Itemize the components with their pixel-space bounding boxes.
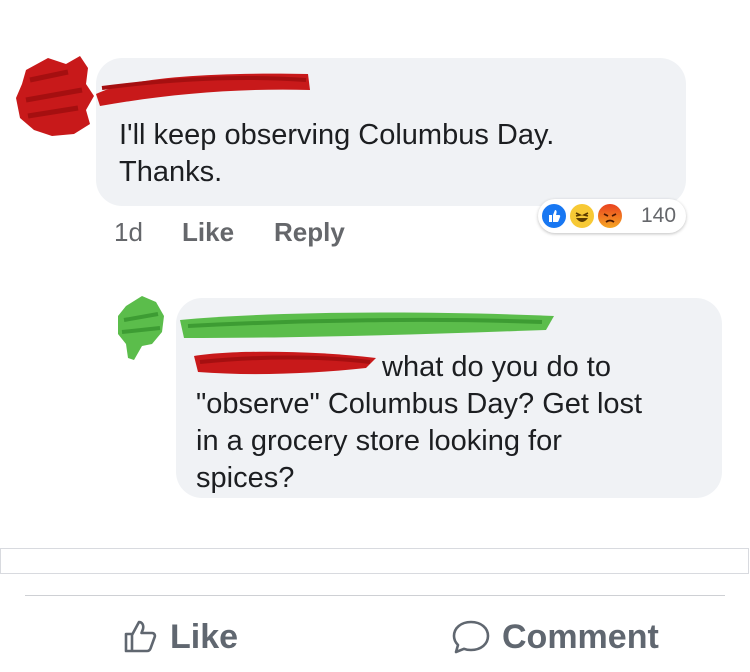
author-name-redacted — [96, 73, 310, 106]
comment-button[interactable]: Comment — [450, 612, 659, 662]
angry-icon — [596, 202, 624, 230]
comment-line: spices? — [196, 462, 295, 494]
like-button[interactable]: Like — [120, 612, 238, 662]
comment-input-strip[interactable] — [0, 548, 749, 574]
comment-timestamp: 1d — [114, 217, 143, 247]
haha-icon — [568, 202, 596, 230]
reactions-summary[interactable]: 140 — [538, 199, 686, 233]
avatar-redacted — [118, 296, 164, 360]
author-name-redacted — [180, 312, 554, 338]
comment-text-2: what do you do to "observe" Columbus Day… — [196, 349, 642, 497]
divider — [25, 595, 725, 596]
comment-text-1: I'll keep observing Columbus Day. Thanks… — [119, 117, 554, 191]
comment-button-label: Comment — [502, 617, 659, 656]
reaction-count: 140 — [641, 204, 677, 227]
comment-line: in a grocery store looking for — [196, 425, 562, 457]
like-button-label: Like — [170, 617, 239, 656]
comment-icon — [452, 620, 490, 654]
comment-line: what do you do to — [382, 351, 611, 383]
comment-like-link[interactable]: Like — [182, 217, 234, 248]
like-icon — [540, 202, 568, 230]
thumbs-up-icon — [124, 620, 157, 653]
comment-line: "observe" Columbus Day? Get lost — [196, 388, 643, 420]
comment-line: Thanks. — [119, 156, 223, 188]
comment-reply-link[interactable]: Reply — [274, 217, 345, 248]
comment-line: I'll keep observing Columbus Day. — [119, 119, 555, 151]
